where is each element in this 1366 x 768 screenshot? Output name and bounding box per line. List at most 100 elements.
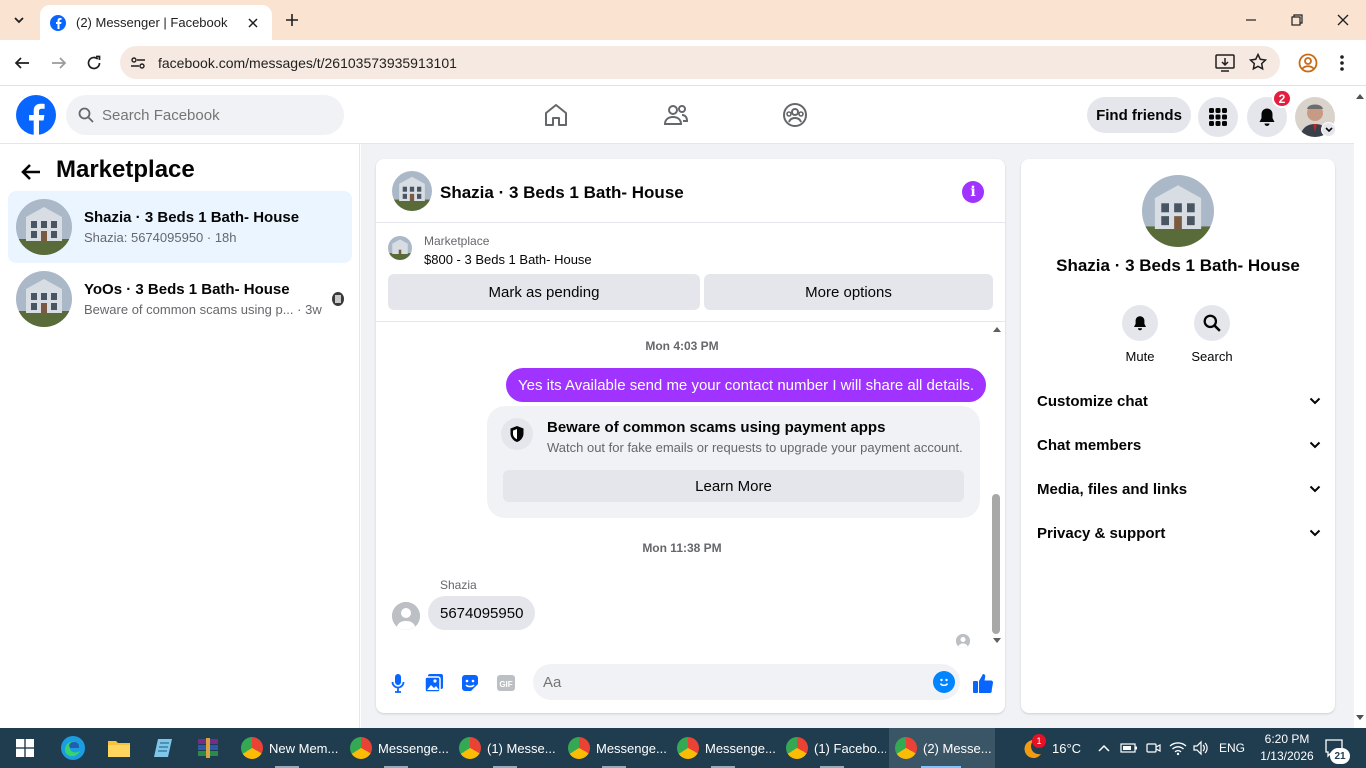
chrome-icon [786, 737, 808, 759]
conversation-title[interactable]: Shazia · 3 Beds 1 Bath- House [440, 183, 684, 203]
volume-icon[interactable] [1192, 740, 1210, 756]
browser-tab-active[interactable]: (2) Messenger | Facebook [40, 5, 272, 40]
search-conversation-button[interactable]: Search [1182, 305, 1242, 364]
facebook-search-box[interactable] [66, 95, 344, 135]
learn-more-button[interactable]: Learn More [503, 470, 964, 502]
media-files-links-section[interactable]: Media, files and links [1037, 469, 1321, 509]
nav-friends[interactable] [646, 93, 706, 137]
section-label: Media, files and links [1037, 480, 1188, 498]
arrow-left-icon [14, 57, 29, 69]
browser-menu-icon[interactable] [1336, 53, 1348, 73]
scrollbar-thumb[interactable] [992, 494, 1000, 634]
archive-app-icon[interactable] [191, 728, 225, 768]
clock-date[interactable]: 1/13/2026 [1253, 749, 1321, 763]
more-options-button[interactable]: More options [704, 274, 993, 310]
conversation-info-avatar[interactable] [1142, 175, 1214, 247]
input-language[interactable]: ENG [1219, 741, 1245, 755]
find-friends-button[interactable]: Find friends [1087, 97, 1191, 133]
close-icon [1337, 14, 1349, 26]
conversation-avatar[interactable] [392, 171, 432, 211]
chrome-icon [895, 737, 917, 759]
tab-search-button[interactable] [6, 8, 32, 32]
mark-as-pending-button[interactable]: Mark as pending [388, 274, 700, 310]
back-button[interactable] [7, 48, 37, 78]
reload-button[interactable] [79, 48, 109, 78]
task-label: (1) Messe... [487, 740, 556, 756]
message-input-box[interactable] [533, 664, 960, 700]
emoji-icon[interactable] [933, 671, 955, 693]
incoming-message-bubble[interactable]: 5674095950 [428, 596, 536, 630]
gif-icon[interactable]: GIF [494, 671, 518, 695]
taskbar-task[interactable]: Messenge... [344, 728, 450, 768]
site-settings-icon [131, 56, 145, 69]
taskbar-task[interactable]: (1) Facebo... [780, 728, 886, 768]
info-icon[interactable]: i [962, 181, 984, 203]
sticker-icon[interactable] [458, 671, 482, 695]
edge-icon[interactable] [56, 728, 90, 768]
thread-name: YoOs · 3 Beds 1 Bath- House [84, 281, 290, 298]
file-explorer-icon[interactable] [102, 728, 136, 768]
listing-thumbnail[interactable] [388, 236, 412, 260]
mute-button[interactable]: Mute [1110, 305, 1170, 364]
battery-icon[interactable] [1120, 741, 1138, 755]
chat-members-section[interactable]: Chat members [1037, 425, 1321, 465]
url-text[interactable]: facebook.com/messages/t/2610357393591310… [158, 55, 457, 71]
wifi-icon[interactable] [1169, 740, 1187, 756]
arrow-right-icon [52, 57, 67, 69]
restore-button[interactable] [1274, 0, 1320, 40]
message-input[interactable] [543, 673, 913, 691]
customize-chat-section[interactable]: Customize chat [1037, 381, 1321, 421]
thread-name: Shazia · 3 Beds 1 Bath- House [84, 209, 300, 226]
profile-icon[interactable] [1298, 53, 1318, 73]
minimize-button[interactable] [1228, 0, 1274, 40]
windows-start-icon[interactable] [10, 728, 40, 768]
bell-icon [1122, 305, 1158, 341]
forward-button[interactable] [44, 48, 74, 78]
message-list: Mon 4:03 PM Yes its Available send me yo… [376, 322, 988, 648]
task-label: (2) Messe... [923, 740, 992, 756]
plus-icon [286, 14, 298, 26]
menu-button[interactable] [1198, 97, 1238, 137]
facebook-logo-icon[interactable] [16, 95, 56, 135]
clock-time[interactable]: 6:20 PM [1253, 732, 1321, 746]
search-input[interactable] [102, 106, 322, 124]
taskbar-task[interactable]: Messenge... [562, 728, 668, 768]
notepad-icon[interactable] [146, 728, 180, 768]
page-scrollbar[interactable] [1354, 87, 1366, 728]
address-bar[interactable]: facebook.com/messages/t/2610357393591310… [120, 46, 1280, 79]
new-tab-button[interactable] [281, 9, 303, 31]
outgoing-message-bubble[interactable]: Yes its Available send me your contact n… [506, 368, 987, 402]
seen-avatar-icon [332, 292, 344, 306]
meet-now-icon[interactable] [1145, 741, 1161, 755]
account-chevron-icon[interactable] [1321, 122, 1336, 137]
back-arrow-icon[interactable] [16, 158, 46, 186]
chevron-down-icon [1309, 397, 1321, 405]
taskbar-task[interactable]: Messenge... [671, 728, 777, 768]
thread-item-shazia[interactable]: Shazia · 3 Beds 1 Bath- House Shazia: 56… [8, 191, 352, 263]
home-icon [545, 104, 567, 126]
tab-close-icon[interactable] [244, 14, 262, 32]
nav-home[interactable] [526, 93, 586, 137]
taskbar-task[interactable]: New Mem... [235, 728, 341, 768]
bell-icon [1259, 108, 1275, 126]
message-scrollbar[interactable] [988, 322, 1005, 648]
browser-tab-strip: (2) Messenger | Facebook [0, 0, 1366, 40]
bookmark-star-icon[interactable] [1249, 53, 1267, 71]
chevron-down-icon [14, 17, 24, 24]
weather-temperature[interactable]: 16°C [1052, 741, 1081, 756]
chevron-up-icon[interactable] [1097, 741, 1111, 755]
privacy-support-section[interactable]: Privacy & support [1037, 513, 1321, 553]
taskbar-task[interactable]: (1) Messe... [453, 728, 559, 768]
microphone-icon[interactable] [386, 671, 410, 695]
nav-groups[interactable] [765, 93, 825, 137]
sender-avatar[interactable] [392, 602, 420, 630]
close-window-button[interactable] [1320, 0, 1366, 40]
taskbar-task-active[interactable]: (2) Messe... [889, 728, 995, 768]
listing-title[interactable]: $800 - 3 Beds 1 Bath- House [424, 252, 592, 267]
thread-item-yoos[interactable]: YoOs · 3 Beds 1 Bath- House Beware of co… [8, 263, 352, 335]
photo-icon[interactable] [422, 671, 446, 695]
facebook-favicon-icon [50, 14, 66, 31]
install-app-icon[interactable] [1215, 54, 1235, 72]
thumbs-up-icon[interactable] [971, 671, 995, 695]
chrome-icon [677, 737, 699, 759]
